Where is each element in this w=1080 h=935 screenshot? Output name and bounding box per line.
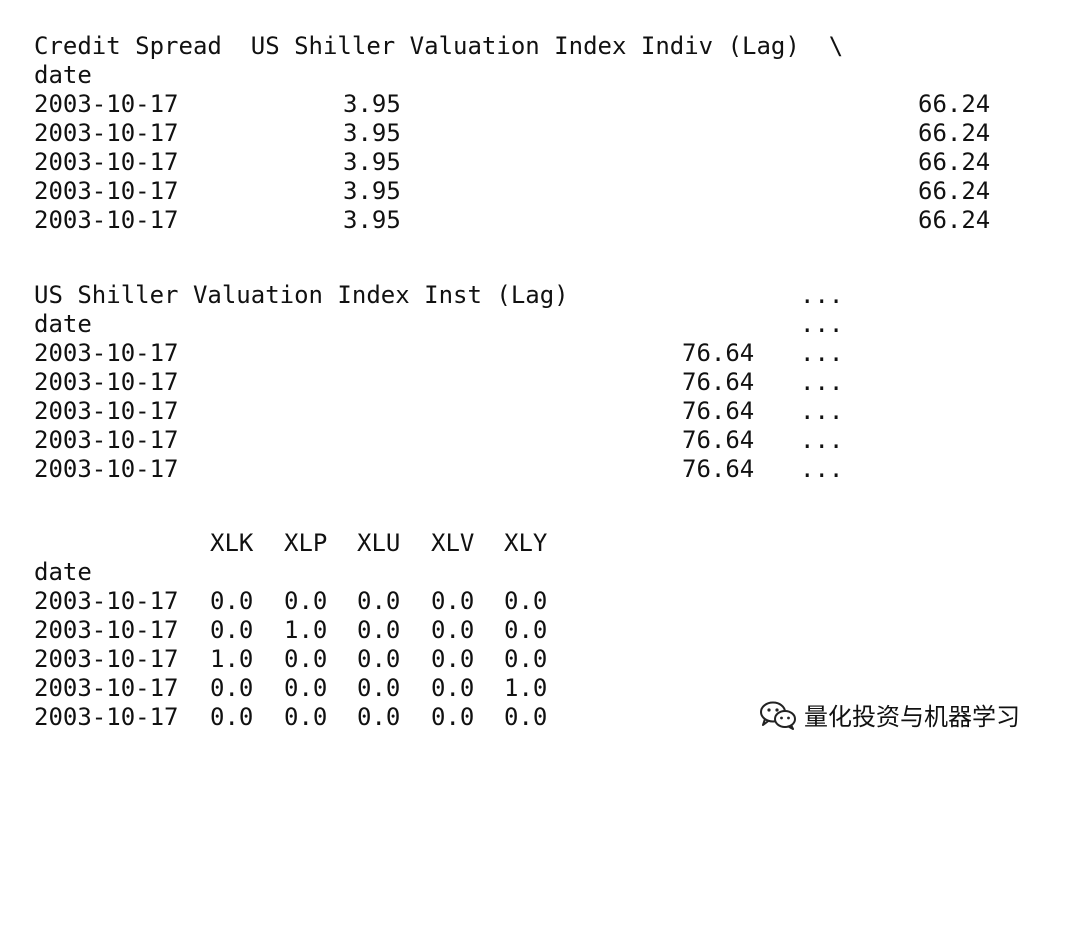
indiv-value: 66.24 — [918, 148, 991, 176]
table-row: 2003-10-17 3.95 66.24 — [34, 90, 1034, 119]
cell-xlk: 0.0 — [210, 703, 254, 731]
cell-xlk: 1.0 — [210, 645, 254, 673]
ellipsis: ... — [800, 426, 844, 454]
row-date: 2003-10-17 — [34, 119, 179, 147]
block1-index-label: date — [34, 61, 92, 89]
row-date: 2003-10-17 — [34, 339, 179, 367]
inst-value: 76.64 — [682, 397, 755, 425]
row-date: 2003-10-17 — [34, 426, 179, 454]
table-row: 2003-10-17 76.64 ... — [34, 455, 1034, 484]
credit-spread-value: 3.95 — [343, 90, 401, 118]
inst-value: 76.64 — [682, 455, 755, 483]
table-row: 2003-10-17 3.95 66.24 — [34, 119, 1034, 148]
row-date: 2003-10-17 — [34, 206, 179, 234]
block3-header-row: XLK XLP XLU XLV XLY — [34, 529, 1034, 558]
ellipsis: ... — [800, 368, 844, 396]
cell-xlu: 0.0 — [357, 616, 401, 644]
cell-xlp: 0.0 — [284, 645, 328, 673]
wechat-icon — [760, 701, 796, 730]
ellipsis: ... — [800, 455, 844, 483]
cell-xly: 1.0 — [504, 674, 548, 702]
block2-index-label: date — [34, 310, 92, 338]
table-row: 2003-10-17 76.64 ... — [34, 339, 1034, 368]
watermark: 量化投资与机器学习 — [758, 697, 1020, 732]
row-date: 2003-10-17 — [34, 616, 179, 644]
block1-header: Credit Spread US Shiller Valuation Index… — [34, 32, 844, 60]
block3-index-label: date — [34, 558, 92, 586]
row-date: 2003-10-17 — [34, 148, 179, 176]
credit-spread-value: 3.95 — [343, 119, 401, 147]
block2-header-row: US Shiller Valuation Index Inst (Lag) ..… — [34, 281, 1034, 310]
indiv-value: 66.24 — [918, 177, 991, 205]
cell-xlv: 0.0 — [431, 674, 475, 702]
credit-spread-value: 3.95 — [343, 206, 401, 234]
inst-value: 76.64 — [682, 426, 755, 454]
row-date: 2003-10-17 — [34, 587, 179, 615]
cell-xlp: 1.0 — [284, 616, 328, 644]
row-date: 2003-10-17 — [34, 674, 179, 702]
table-row: 2003-10-17 76.64 ... — [34, 426, 1034, 455]
ellipsis: ... — [800, 339, 844, 367]
cell-xlk: 0.0 — [210, 616, 254, 644]
row-date: 2003-10-17 — [34, 645, 179, 673]
row-date: 2003-10-17 — [34, 455, 179, 483]
inst-value: 76.64 — [682, 339, 755, 367]
table-row: 2003-10-17 0.0 0.0 0.0 0.0 0.0 — [34, 587, 1034, 616]
table-row: 2003-10-17 3.95 66.24 — [34, 177, 1034, 206]
table-row: 2003-10-17 3.95 66.24 — [34, 148, 1034, 177]
table-row: 2003-10-17 0.0 1.0 0.0 0.0 0.0 — [34, 616, 1034, 645]
cell-xlu: 0.0 — [357, 703, 401, 731]
cell-xlv: 0.0 — [431, 645, 475, 673]
ellipsis: ... — [800, 281, 844, 309]
cell-xlk: 0.0 — [210, 674, 254, 702]
cell-xlu: 0.0 — [357, 645, 401, 673]
inst-value: 76.64 — [682, 368, 755, 396]
ellipsis: ... — [800, 397, 844, 425]
ellipsis: ... — [800, 310, 844, 338]
row-date: 2003-10-17 — [34, 368, 179, 396]
credit-spread-value: 3.95 — [343, 177, 401, 205]
cell-xlu: 0.0 — [357, 674, 401, 702]
column-header: XLV — [431, 529, 475, 557]
cell-xlp: 0.0 — [284, 674, 328, 702]
table-row: 2003-10-17 3.95 66.24 — [34, 206, 1034, 235]
cell-xlv: 0.0 — [431, 703, 475, 731]
row-date: 2003-10-17 — [34, 90, 179, 118]
table-row: 2003-10-17 76.64 ... — [34, 368, 1034, 397]
cell-xlv: 0.0 — [431, 616, 475, 644]
cell-xly: 0.0 — [504, 645, 548, 673]
cell-xly: 0.0 — [504, 703, 548, 731]
cell-xly: 0.0 — [504, 616, 548, 644]
cell-xlp: 0.0 — [284, 587, 328, 615]
row-date: 2003-10-17 — [34, 397, 179, 425]
cell-xlv: 0.0 — [431, 587, 475, 615]
indiv-value: 66.24 — [918, 119, 991, 147]
column-header: XLY — [504, 529, 548, 557]
cell-xlk: 0.0 — [210, 587, 254, 615]
table-row: 2003-10-17 76.64 ... — [34, 397, 1034, 426]
cell-xly: 0.0 — [504, 587, 548, 615]
row-date: 2003-10-17 — [34, 177, 179, 205]
watermark-text: 量化投资与机器学习 — [804, 703, 1020, 731]
cell-xlu: 0.0 — [357, 587, 401, 615]
credit-spread-value: 3.95 — [343, 148, 401, 176]
column-header: XLP — [284, 529, 328, 557]
block2-header: US Shiller Valuation Index Inst (Lag) — [34, 281, 569, 309]
cell-xlp: 0.0 — [284, 703, 328, 731]
row-date: 2003-10-17 — [34, 703, 179, 731]
column-header: XLK — [210, 529, 254, 557]
block2-index-row: date ... — [34, 310, 1034, 339]
table-row: 2003-10-17 1.0 0.0 0.0 0.0 0.0 — [34, 645, 1034, 674]
indiv-value: 66.24 — [918, 90, 991, 118]
indiv-value: 66.24 — [918, 206, 991, 234]
column-header: XLU — [357, 529, 401, 557]
